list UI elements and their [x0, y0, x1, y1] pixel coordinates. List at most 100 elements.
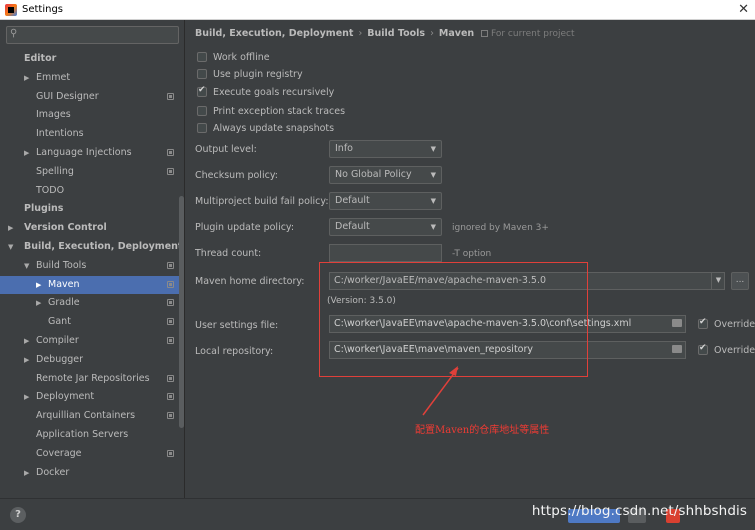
checkbox-box[interactable]	[698, 317, 708, 329]
expand-arrow-right-icon[interactable]: ▶	[24, 332, 29, 351]
checkbox-label: Execute goals recursively	[213, 86, 335, 98]
user-settings-override-checkbox[interactable]: Override	[698, 317, 755, 331]
folder-icon[interactable]	[672, 345, 682, 353]
local-repository-override-checkbox[interactable]: Override	[698, 343, 755, 357]
settings-sidebar: ⚲ Editor ▶ Emmet GUI Designer Images Intentio…	[0, 20, 185, 498]
sidebar-item[interactable]: Editor	[0, 50, 182, 69]
override-label: Override	[714, 344, 755, 356]
search-input[interactable]: ⚲	[6, 26, 179, 44]
sidebar-item[interactable]: TODO	[0, 182, 182, 201]
breadcrumb-item: Maven	[438, 28, 475, 39]
breadcrumb-item: Build Tools	[367, 28, 426, 39]
expand-arrow-right-icon[interactable]: ▶	[24, 464, 29, 483]
expand-arrow-right-icon[interactable]: ▶	[36, 276, 41, 295]
folder-icon[interactable]	[672, 319, 682, 327]
thread-count-label: Thread count:	[195, 248, 262, 259]
sidebar-item[interactable]: ▶ Version Control	[0, 219, 182, 238]
browse-button[interactable]: ...	[731, 272, 749, 290]
work-offline-checkbox[interactable]: Work offline	[197, 50, 270, 64]
output-level-label: Output level:	[195, 144, 257, 155]
sidebar-scrollbar[interactable]	[179, 196, 184, 428]
plugin-update-policy-select[interactable]: Default ▼	[329, 218, 442, 236]
local-repository-label: Local repository:	[195, 346, 274, 357]
print-exception-stack-traces-checkbox[interactable]: Print exception stack traces	[197, 104, 345, 118]
override-label: Override	[714, 318, 755, 330]
sidebar-item[interactable]: Remote Jar Repositories	[0, 370, 182, 389]
thread-count-input[interactable]	[329, 244, 442, 262]
checkbox-box[interactable]	[197, 69, 207, 79]
sidebar-item-label: Maven	[48, 278, 80, 290]
expand-arrow-right-icon[interactable]: ▶	[24, 388, 29, 407]
sidebar-item[interactable]: Images	[0, 106, 182, 125]
settings-tree: Editor ▶ Emmet GUI Designer Images Intentions…	[0, 50, 182, 482]
output-level-select[interactable]: Info ▼	[329, 140, 442, 158]
sidebar-item[interactable]: ▼ Build, Execution, Deployment	[0, 238, 182, 257]
expand-arrow-down-icon[interactable]: ▼	[8, 238, 13, 257]
always-update-snapshots-checkbox[interactable]: Always update snapshots	[197, 121, 334, 135]
sidebar-item-label: Version Control	[24, 222, 107, 234]
checkbox-box[interactable]	[197, 123, 207, 133]
project-level-icon	[167, 92, 174, 100]
close-icon[interactable]: ✕	[738, 2, 749, 17]
plugin-update-note: ignored by Maven 3+	[452, 223, 549, 233]
sidebar-item-label: Deployment	[36, 391, 95, 403]
help-button[interactable]: ?	[10, 507, 26, 523]
plugin-update-policy-value: Default	[335, 221, 370, 232]
fail-policy-select[interactable]: Default ▼	[329, 192, 442, 210]
expand-arrow-right-icon[interactable]: ▶	[8, 219, 13, 238]
sidebar-item-label: Intentions	[36, 128, 84, 140]
sidebar-item[interactable]: Plugins	[0, 200, 182, 219]
sidebar-item[interactable]: GUI Designer	[0, 88, 182, 107]
sidebar-item[interactable]: Intentions	[0, 125, 182, 144]
sidebar-item-label: Arquillian Containers	[36, 410, 136, 422]
chevron-down-icon[interactable]: ▼	[711, 272, 725, 290]
sidebar-item[interactable]: ▶ Maven	[0, 275, 182, 295]
sidebar-item-label: Remote Jar Repositories	[36, 372, 150, 384]
sidebar-item-label: Editor	[24, 53, 57, 64]
checkbox-box[interactable]	[197, 106, 207, 116]
project-level-icon	[167, 449, 174, 457]
sidebar-item[interactable]: ▶ Gradle	[0, 294, 182, 313]
checksum-policy-select[interactable]: No Global Policy ▼	[329, 166, 442, 184]
sidebar-item[interactable]: Application Servers	[0, 426, 182, 445]
plugin-update-policy-label: Plugin update policy:	[195, 222, 295, 233]
expand-arrow-down-icon[interactable]: ▼	[24, 257, 29, 276]
sidebar-item[interactable]: ▶ Docker	[0, 464, 182, 483]
use-plugin-registry-checkbox[interactable]: Use plugin registry	[197, 67, 303, 81]
project-level-icon	[167, 148, 174, 156]
sidebar-item-label: Gradle	[48, 297, 80, 309]
annotation-arrow-icon	[422, 366, 459, 416]
expand-arrow-right-icon[interactable]: ▶	[36, 294, 41, 313]
checkbox-box[interactable]	[197, 85, 207, 97]
expand-arrow-right-icon[interactable]: ▶	[24, 351, 29, 370]
sidebar-item[interactable]: ▶ Deployment	[0, 388, 182, 407]
sidebar-item[interactable]: Spelling	[0, 163, 182, 182]
user-settings-label: User settings file:	[195, 320, 279, 331]
fail-policy-label: Multiproject build fail policy:	[195, 196, 329, 207]
sidebar-item[interactable]: Gant	[0, 313, 182, 332]
expand-arrow-right-icon[interactable]: ▶	[24, 144, 29, 163]
watermark-url: https://blog.csdn.net/shhbshdis	[531, 503, 747, 519]
sidebar-item-label: Build, Execution, Deployment	[24, 240, 183, 252]
checkbox-label: Always update snapshots	[213, 122, 335, 134]
sidebar-item[interactable]: Arquillian Containers	[0, 407, 182, 426]
execute-goals-recursively-checkbox[interactable]: Execute goals recursively	[197, 85, 334, 99]
project-level-icon	[167, 280, 174, 288]
checkbox-box[interactable]	[698, 343, 708, 355]
sidebar-item[interactable]: ▶ Emmet	[0, 69, 182, 88]
intellij-app-icon	[5, 3, 17, 16]
sidebar-item[interactable]: ▶ Language Injections	[0, 144, 182, 163]
sidebar-item[interactable]: ▶ Debugger	[0, 351, 182, 370]
project-level-icon	[167, 167, 174, 175]
checkbox-label: Print exception stack traces	[213, 105, 346, 117]
checkbox-box[interactable]	[197, 52, 207, 62]
project-level-icon	[167, 299, 174, 307]
project-level-icon	[167, 393, 174, 401]
sidebar-item[interactable]: ▼ Build Tools	[0, 257, 182, 276]
sidebar-item[interactable]: Coverage	[0, 445, 182, 464]
sidebar-item-label: Language Injections	[36, 146, 132, 158]
sidebar-item[interactable]: ▶ Compiler	[0, 332, 182, 351]
expand-arrow-right-icon[interactable]: ▶	[24, 69, 29, 88]
sidebar-item-label: Images	[36, 109, 71, 121]
project-level-icon	[167, 261, 174, 269]
